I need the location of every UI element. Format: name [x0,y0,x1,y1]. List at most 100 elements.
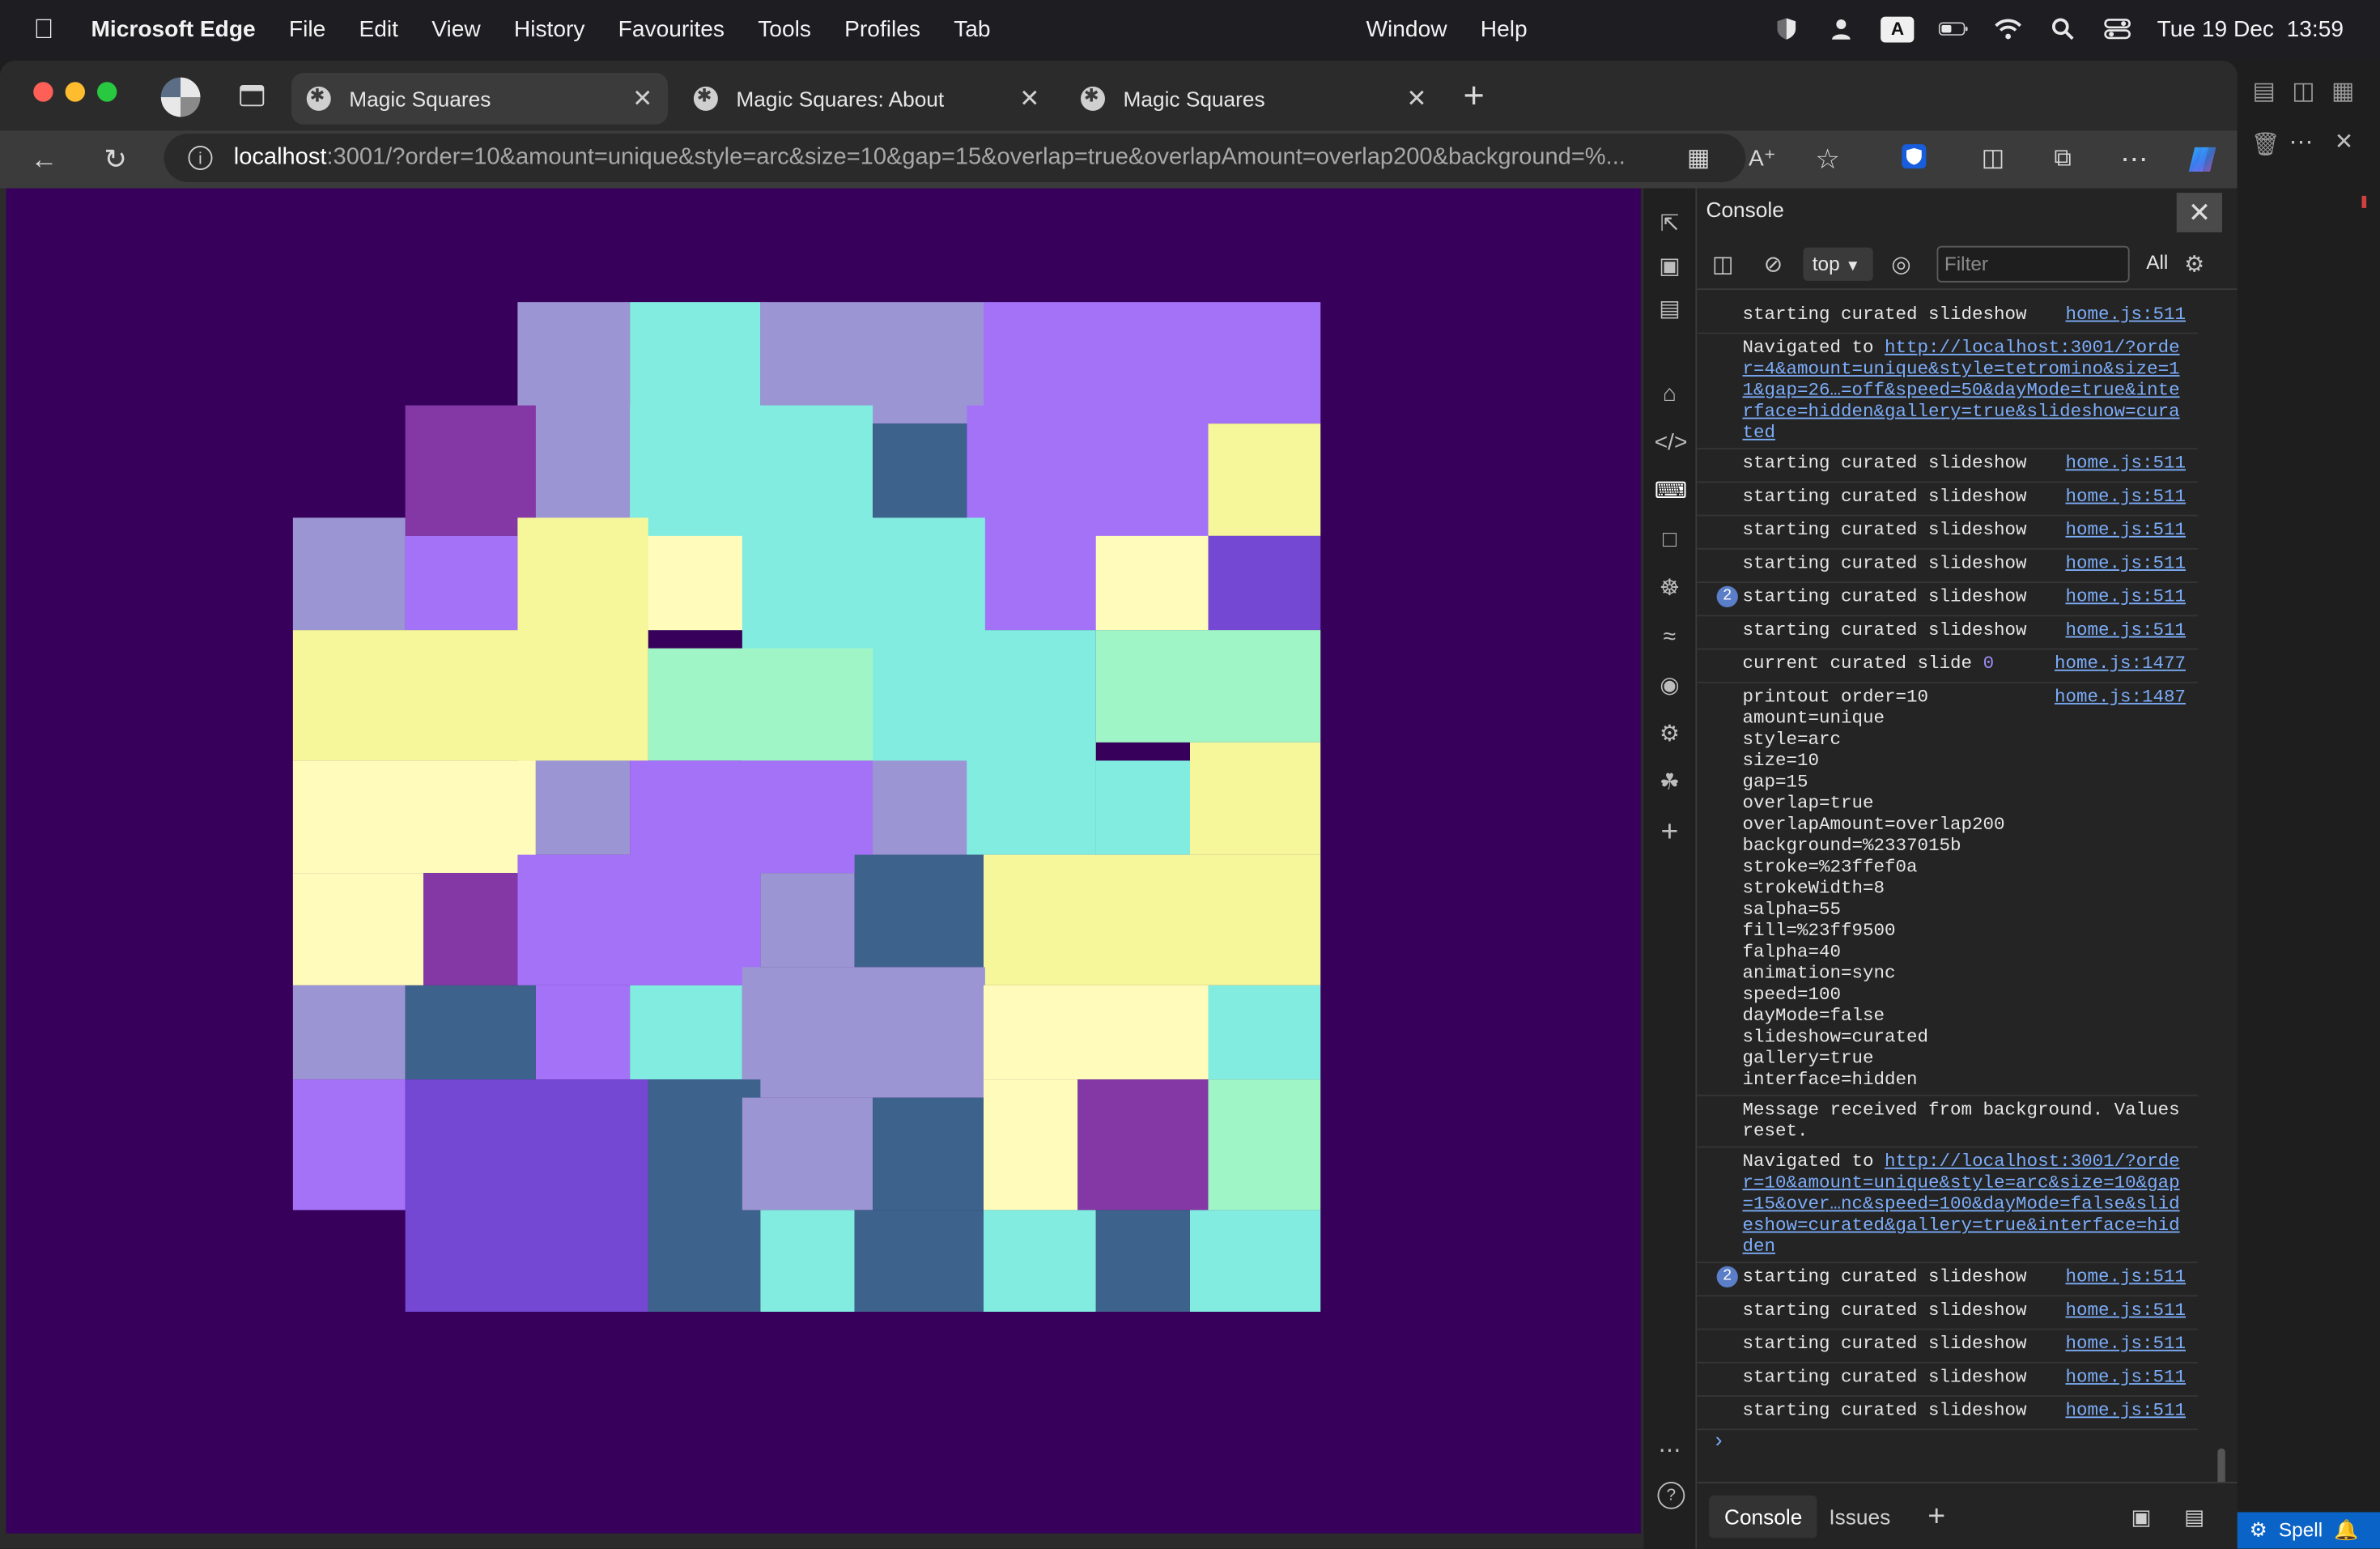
input-source-icon[interactable]: A [1881,15,1915,42]
source-link[interactable]: home.js:511 [2065,619,2186,640]
menu-tools[interactable]: Tools [758,16,811,42]
console-message[interactable]: 2 starting curated slideshow home.js:511 [1697,583,2198,617]
console-navigation-message[interactable]: Navigated to http://localhost:3001/?orde… [1697,1148,2198,1263]
console-message[interactable]: starting curated slideshow home.js:511 [1697,449,2198,483]
console-messages[interactable]: starting curated slideshow home.js:511 Nav… [1697,300,2198,1485]
spell-label[interactable]: Spell [2279,1518,2323,1541]
console-message[interactable]: starting curated slideshow home.js:511 [1697,1364,2198,1397]
console-message[interactable]: starting curated slideshow home.js:511 [1697,1330,2198,1364]
apple-icon[interactable]:  [33,13,64,45]
sources-icon[interactable]: □ [1655,526,1685,556]
shield-icon[interactable] [1771,14,1802,45]
source-link[interactable]: home.js:511 [2065,553,2186,574]
menu-help[interactable]: Help [1481,16,1528,42]
read-aloud-icon[interactable]: A⁺ [1745,143,1779,176]
user-icon[interactable] [1826,14,1857,45]
console-message[interactable]: current curated slide 0 home.js:1477 [1697,650,2198,683]
drawer-tab-issues[interactable]: Issues [1814,1496,1906,1538]
inspect-element-icon[interactable]: ⇱ [1655,210,1685,240]
console-settings-gear-icon[interactable]: ⚙ [2184,250,2204,278]
tab-magic-squares-2[interactable]: Magic Squares ✕ [1065,73,1442,125]
elements-code-icon[interactable]: </> [1655,428,1688,459]
live-expression-eye-icon[interactable]: ◎ [1891,250,1911,278]
app-available-icon[interactable]: ▦ [1682,143,1715,176]
minimize-window-button[interactable] [65,82,85,102]
spotlight-search-icon[interactable] [2048,14,2079,45]
clear-console-icon[interactable]: ⊘ [1764,250,1783,278]
back-arrow-icon[interactable]: ← [28,143,61,176]
settings-gear-icon[interactable]: ⚙ [1655,720,1685,751]
console-message[interactable]: starting curated slideshow home.js:511 [1697,483,2198,517]
console-message[interactable]: starting curated slideshow home.js:511 [1697,517,2198,550]
console-prompt-chevron-icon[interactable]: › [1715,1428,1723,1452]
menu-profiles[interactable]: Profiles [844,16,920,42]
welcome-home-icon[interactable]: ⌂ [1655,380,1685,411]
site-info-icon[interactable]: i [188,146,213,170]
battery-icon[interactable] [1939,14,1970,45]
source-link[interactable]: home.js:511 [2065,1400,2186,1421]
tab-magic-squares-about[interactable]: Magic Squares: About ✕ [678,73,1055,125]
console-message[interactable]: printout order=10 amount=unique style=ar… [1697,683,2198,1096]
console-message[interactable]: 2 starting curated slideshow home.js:511 [1697,1263,2198,1297]
favorite-star-icon[interactable]: ☆ [1811,143,1844,176]
console-message[interactable]: starting curated slideshow home.js:511 [1697,300,2198,334]
log-levels-dropdown[interactable]: All [2146,250,2168,273]
collections-icon[interactable]: ⧉ [2046,143,2080,176]
refresh-icon[interactable]: ↻ [99,143,132,176]
more-tools-plus-icon[interactable]: + [1655,817,1685,848]
source-link[interactable]: home.js:511 [2065,486,2186,507]
source-link[interactable]: home.js:1477 [2055,653,2186,674]
split-screen-icon[interactable]: ◫ [1976,143,2009,176]
console-filter-input[interactable]: Filter [1936,245,2130,283]
trash-icon[interactable]: 🗑 [2251,130,2280,158]
console-message[interactable]: Message received from background. Values… [1697,1096,2198,1148]
menu-app-name[interactable]: Microsoft Edge [91,16,256,42]
device-emulation-icon[interactable]: ▣ [1655,252,1685,283]
more-options-icon[interactable]: ⋯ [1655,1436,1685,1467]
address-bar[interactable]: i localhost:3001/?order=10&amount=unique… [164,134,1746,182]
control-center-icon[interactable] [2102,14,2133,45]
more-menu-icon[interactable]: ⋯ [2118,143,2151,176]
source-link[interactable]: home.js:511 [2065,304,2186,325]
source-link[interactable]: home.js:511 [2065,519,2186,540]
wifi-icon[interactable] [1993,14,2024,45]
console-message[interactable]: starting curated slideshow home.js:511 [1697,1397,2198,1431]
magic-squares-mosaic[interactable] [6,189,1641,1534]
sidebar-columns-icon[interactable]: ▦ [2331,76,2354,107]
tab-close-icon[interactable]: ✕ [1019,83,1039,114]
debugger-bug-icon[interactable]: ☸ [1655,574,1685,605]
console-navigation-message[interactable]: Navigated to http://localhost:3001/?orde… [1697,334,2198,449]
collapse-drawer-icon[interactable]: ▤ [2169,1496,2219,1538]
sidebar-close-icon[interactable]: ✕ [2335,128,2354,155]
sidebar-layout-icon[interactable]: ▤ [2253,76,2276,107]
close-window-button[interactable] [33,82,53,102]
source-link[interactable]: home.js:511 [2065,1333,2186,1354]
menu-window[interactable]: Window [1366,16,1447,42]
console-message[interactable]: starting curated slideshow home.js:511 [1697,616,2198,650]
spell-check-icon[interactable]: ⚙ [2250,1518,2267,1541]
page-viewport[interactable] [6,188,1641,1534]
dock-drawer-icon[interactable]: ▣ [2116,1496,2166,1538]
menu-edit[interactable]: Edit [359,16,397,42]
console-message[interactable]: starting curated slideshow home.js:511 [1697,550,2198,583]
notifications-bell-icon[interactable]: 🔔 [2334,1513,2358,1549]
source-link[interactable]: home.js:511 [2065,1367,2186,1388]
add-drawer-tab-plus-icon[interactable]: + [1913,1496,1961,1538]
drawer-tab-console[interactable]: Console [1709,1495,1818,1538]
help-icon[interactable]: ? [1657,1482,1685,1509]
menu-history[interactable]: History [514,16,585,42]
tab-close-icon[interactable]: ✕ [632,83,652,114]
devtools-close-button[interactable]: ✕ [2176,193,2222,232]
context-selector[interactable]: top ▼ [1803,247,1873,281]
source-link[interactable]: home.js:511 [2065,453,2186,474]
tab-actions-icon[interactable] [240,85,265,107]
console-message[interactable]: starting curated slideshow home.js:511 [1697,1296,2198,1330]
menu-tab[interactable]: Tab [954,16,990,42]
menu-view[interactable]: View [431,16,480,42]
console-icon[interactable]: ⌨ [1655,477,1688,508]
source-link[interactable]: home.js:511 [2065,586,2186,607]
zoom-window-button[interactable] [97,82,117,102]
tab-close-icon[interactable]: ✕ [1406,83,1426,114]
sidebar-split-icon[interactable]: ◫ [2292,76,2314,107]
menu-file[interactable]: File [289,16,325,42]
